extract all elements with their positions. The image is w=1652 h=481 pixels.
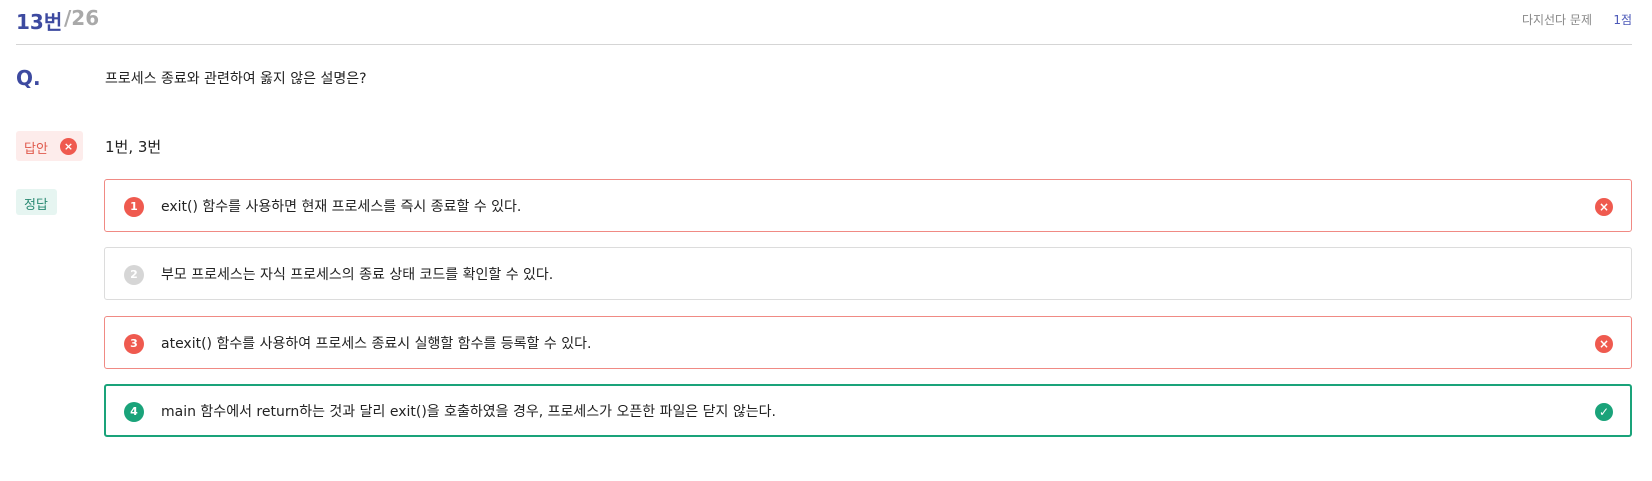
- option-3[interactable]: 3 atexit() 함수를 사용하여 프로세스 종료시 실행할 함수를 등록할…: [104, 316, 1632, 369]
- option-number-badge: 1: [124, 197, 144, 217]
- my-answer-value: 1번, 3번: [105, 138, 162, 156]
- option-text: exit() 함수를 사용하면 현재 프로세스를 즉시 종료할 수 있다.: [161, 199, 522, 215]
- correct-answer-label: 정답: [24, 198, 48, 213]
- my-answer-badge: 답안 ×: [16, 131, 83, 161]
- option-text: 부모 프로세스는 자식 프로세스의 종료 상태 코드를 확인할 수 있다.: [161, 267, 554, 283]
- check-icon: ✓: [1595, 403, 1613, 421]
- question-label: Q.: [16, 66, 41, 90]
- option-text: main 함수에서 return하는 것과 달리 exit()을 호출하였을 경…: [161, 404, 776, 420]
- wrong-icon: ×: [60, 138, 77, 155]
- my-answer-label: 답안: [24, 142, 48, 157]
- question-points: 1점: [1613, 13, 1632, 27]
- option-number-badge: 4: [124, 402, 144, 422]
- wrong-icon: ×: [1595, 335, 1613, 353]
- option-text: atexit() 함수를 사용하여 프로세스 종료시 실행할 함수를 등록할 수…: [161, 336, 592, 352]
- correct-answer-badge: 정답: [16, 189, 57, 215]
- option-4[interactable]: 4 main 함수에서 return하는 것과 달리 exit()을 호출하였을…: [104, 384, 1632, 437]
- option-number-badge: 2: [124, 265, 144, 285]
- question-total: /26: [64, 6, 100, 30]
- option-number-badge: 3: [124, 334, 144, 354]
- question-number: 13번: [16, 10, 63, 34]
- question-header: 13번 /26 다지선다 문제 1점: [16, 0, 1632, 45]
- option-2[interactable]: 2 부모 프로세스는 자식 프로세스의 종료 상태 코드를 확인할 수 있다.: [104, 247, 1632, 300]
- question-text: 프로세스 종료와 관련하여 옳지 않은 설명은?: [105, 71, 367, 87]
- option-1[interactable]: 1 exit() 함수를 사용하면 현재 프로세스를 즉시 종료할 수 있다. …: [104, 179, 1632, 232]
- question-type: 다지선다 문제: [1521, 13, 1592, 27]
- wrong-icon: ×: [1595, 198, 1613, 216]
